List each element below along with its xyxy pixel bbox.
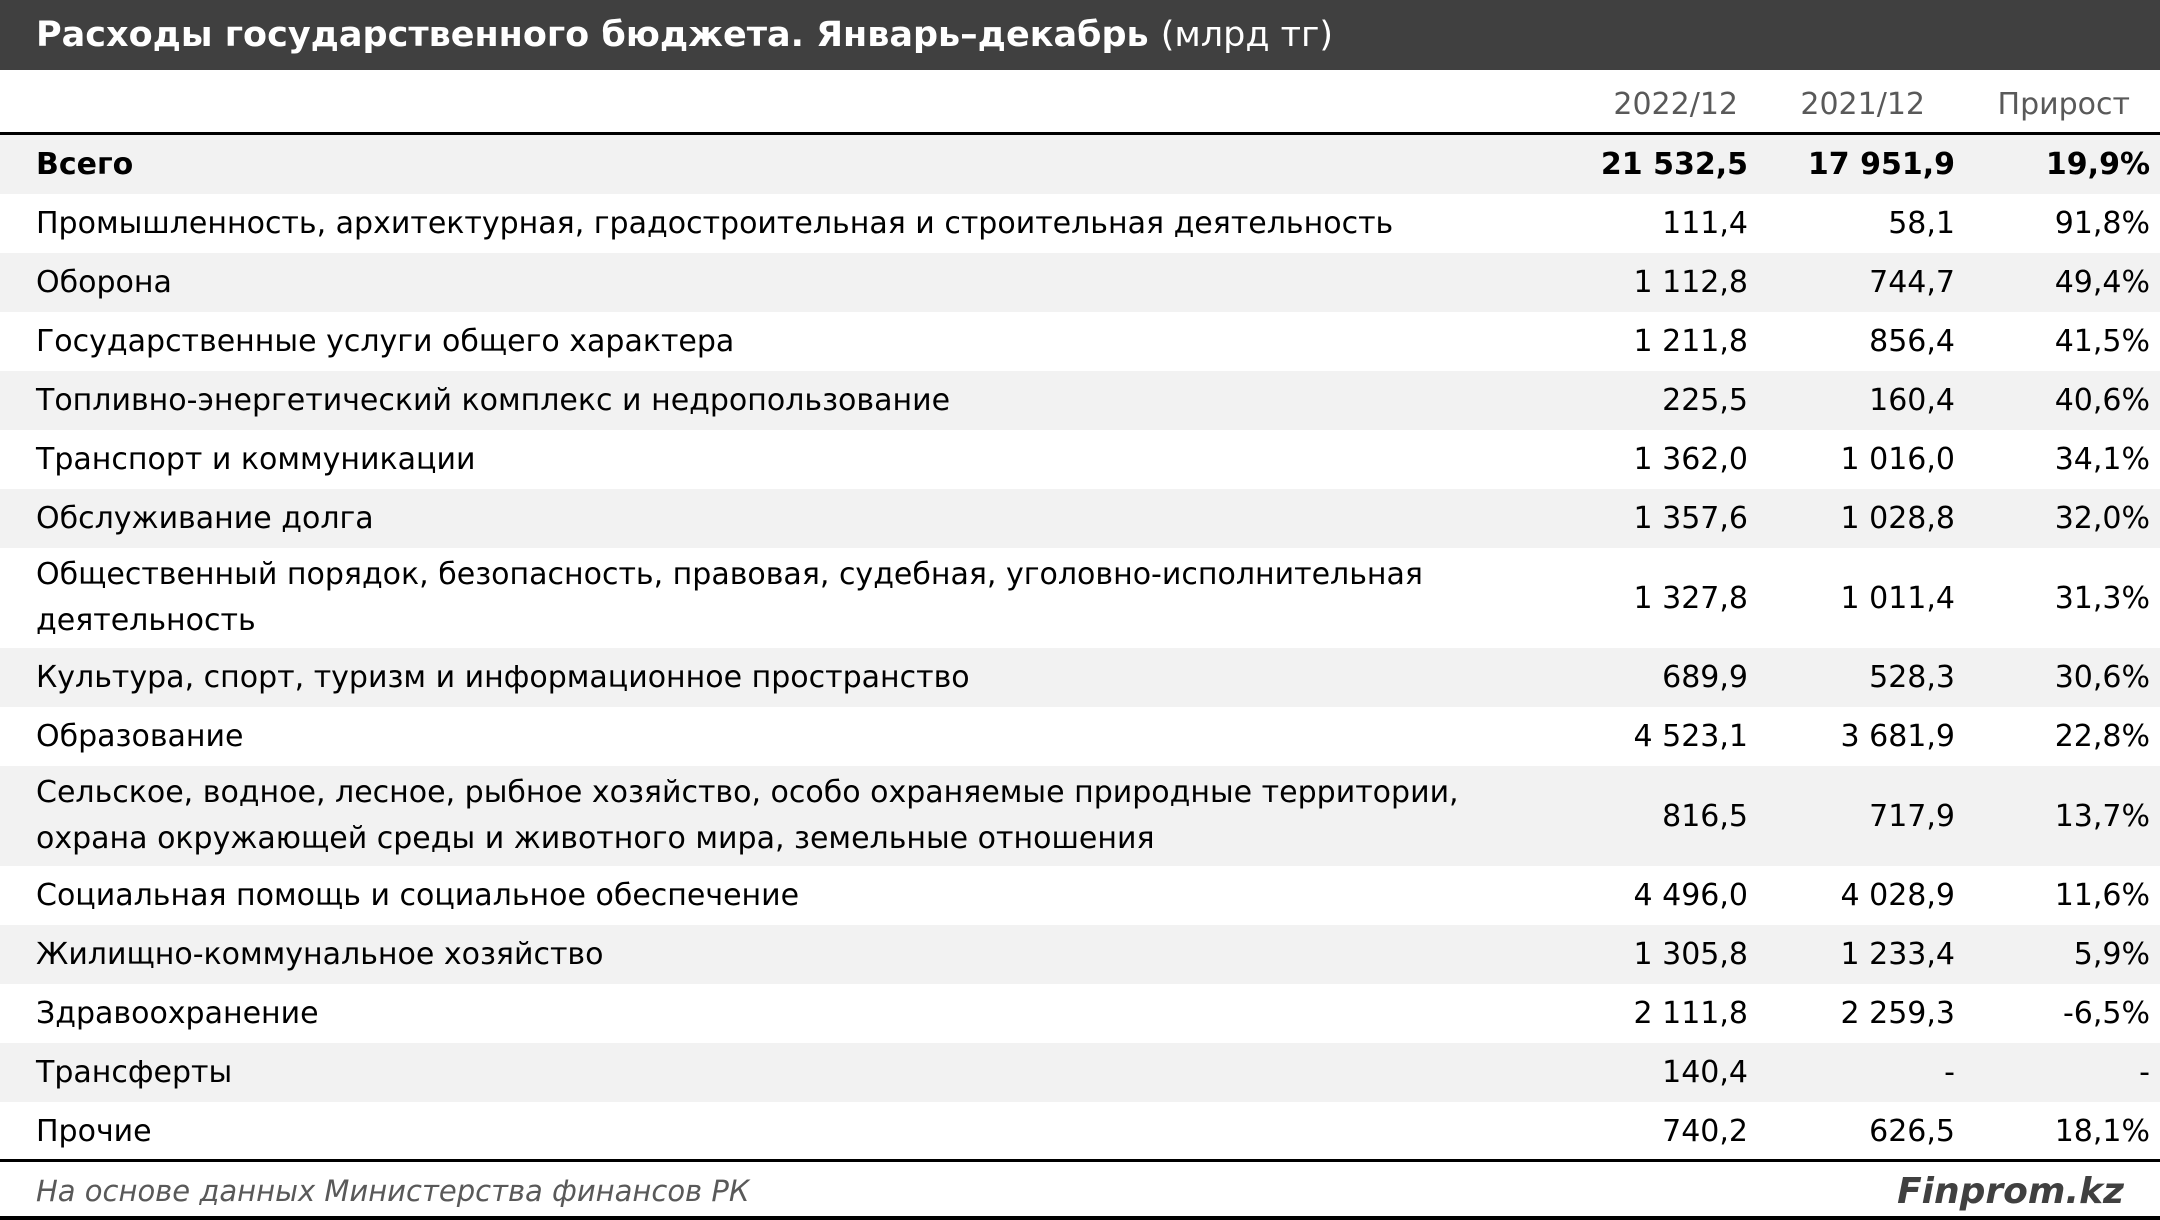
value-2022: 4 496,0 [1633, 878, 1748, 913]
value-2022: 816,5 [1662, 798, 1748, 834]
row-label: Здравоохранение [36, 995, 319, 1031]
value-2021: - [1944, 1055, 1955, 1090]
value-2022: 1 327,8 [1633, 580, 1748, 616]
row-label: Социальная помощь и социальное обеспечен… [36, 877, 800, 913]
title-bar: Расходы государственного бюджета. Январь… [0, 0, 2160, 70]
table-row: Прочие 740,2 626,5 18,1% [0, 1102, 2160, 1161]
value-2022: 1 362,0 [1633, 442, 1748, 477]
value-2022: 21 532,5 [1600, 147, 1748, 182]
table-row: Транспорт и коммуникации 1 362,0 1 016,0… [0, 430, 2160, 489]
value-2021: 17 951,9 [1807, 147, 1955, 182]
row-label: Трансферты [36, 1054, 233, 1090]
value-growth: 91,8% [2054, 206, 2150, 241]
value-growth: -6,5% [2062, 996, 2150, 1031]
value-growth: 40,6% [2054, 383, 2150, 418]
budget-table-figure: Расходы государственного бюджета. Январь… [0, 0, 2160, 1220]
table-row: Жилищно-коммунальное хозяйство 1 305,8 1… [0, 925, 2160, 984]
value-growth: 49,4% [2054, 265, 2150, 300]
bottom-border [0, 1216, 2160, 1220]
value-growth: 18,1% [2054, 1114, 2150, 1149]
value-2021: 1 011,4 [1840, 580, 1955, 616]
row-label: Образование [36, 718, 244, 754]
table-footer: На основе данных Министерства финансов Р… [0, 1159, 2160, 1220]
value-2021: 1 016,0 [1840, 442, 1955, 477]
value-2021: 1 233,4 [1840, 937, 1955, 972]
value-2021: 3 681,9 [1840, 719, 1955, 754]
row-label: Оборона [36, 264, 172, 300]
value-2022: 740,2 [1662, 1114, 1748, 1149]
value-growth: 22,8% [2054, 719, 2150, 754]
row-label: Прочие [36, 1113, 152, 1149]
table-unit: (млрд тг) [1160, 15, 1334, 55]
table-row: Топливно-энергетический комплекс и недро… [0, 371, 2160, 430]
table-row: Обслуживание долга 1 357,6 1 028,8 32,0% [0, 489, 2160, 548]
value-2022: 1 112,8 [1633, 265, 1748, 300]
value-2021: 1 028,8 [1840, 501, 1955, 536]
value-2021: 717,9 [1869, 798, 1955, 834]
row-label: Государственные услуги общего характера [36, 323, 735, 359]
value-2022: 111,4 [1662, 206, 1748, 241]
header-growth: Прирост [1997, 87, 2130, 122]
value-growth: 31,3% [2054, 580, 2150, 616]
value-growth: 11,6% [2054, 878, 2150, 913]
value-2021: 856,4 [1869, 324, 1955, 359]
value-2021: 58,1 [1888, 206, 1955, 241]
value-growth: 34,1% [2054, 442, 2150, 477]
value-growth: - [2139, 1055, 2150, 1090]
table-row: Трансферты 140,4 - - [0, 1043, 2160, 1102]
table-row-total: Всего 21 532,5 17 951,9 19,9% [0, 135, 2160, 194]
table-row: Государственные услуги общего характера … [0, 312, 2160, 371]
value-growth: 19,9% [2045, 147, 2150, 182]
value-growth: 30,6% [2054, 660, 2150, 695]
row-label: Обслуживание долга [36, 500, 374, 536]
value-2022: 1 357,6 [1633, 501, 1748, 536]
header-2021: 2021/12 [1800, 87, 1925, 122]
table-row: Образование 4 523,1 3 681,9 22,8% [0, 707, 2160, 766]
value-growth: 5,9% [2073, 937, 2150, 972]
table-title: Расходы государственного бюджета. Январь… [36, 15, 1149, 55]
value-2022: 225,5 [1662, 383, 1748, 418]
column-header-row: 2022/12 2021/12 Прирост [0, 70, 2160, 135]
value-2022: 2 111,8 [1633, 996, 1748, 1031]
row-label: Сельское, водное, лесное, рыбное хозяйст… [36, 775, 1459, 856]
row-label: Всего [36, 146, 134, 182]
row-label: Жилищно-коммунальное хозяйство [36, 936, 604, 972]
table-body: Всего 21 532,5 17 951,9 19,9% Промышленн… [0, 135, 2160, 1161]
value-2021: 626,5 [1869, 1114, 1955, 1149]
row-label: Транспорт и коммуникации [36, 441, 476, 477]
table-row: Здравоохранение 2 111,8 2 259,3 -6,5% [0, 984, 2160, 1043]
source-note: На основе данных Министерства финансов Р… [36, 1174, 750, 1208]
row-label: Промышленность, архитектурная, градостро… [36, 205, 1394, 241]
value-2021: 2 259,3 [1840, 996, 1955, 1031]
value-2021: 160,4 [1869, 383, 1955, 418]
value-growth: 32,0% [2054, 501, 2150, 536]
table-row: Общественный порядок, безопасность, прав… [0, 548, 2160, 648]
value-2022: 1 211,8 [1633, 324, 1748, 359]
value-2021: 744,7 [1869, 265, 1955, 300]
value-growth: 41,5% [2054, 324, 2150, 359]
table-row: Промышленность, архитектурная, градостро… [0, 194, 2160, 253]
value-2022: 140,4 [1662, 1055, 1748, 1090]
table-row: Социальная помощь и социальное обеспечен… [0, 866, 2160, 925]
value-2022: 1 305,8 [1633, 937, 1748, 972]
value-2022: 689,9 [1662, 660, 1748, 695]
brand-logo-text: Finprom.kz [1897, 1170, 2124, 1212]
table-row: Культура, спорт, туризм и информационное… [0, 648, 2160, 707]
table-row: Сельское, водное, лесное, рыбное хозяйст… [0, 766, 2160, 866]
row-label: Топливно-энергетический комплекс и недро… [36, 382, 951, 418]
table-row: Оборона 1 112,8 744,7 49,4% [0, 253, 2160, 312]
header-2022: 2022/12 [1613, 87, 1738, 122]
row-label: Культура, спорт, туризм и информационное… [36, 659, 970, 695]
row-label: Общественный порядок, безопасность, прав… [36, 557, 1423, 638]
value-2021: 4 028,9 [1840, 878, 1955, 913]
value-2021: 528,3 [1869, 660, 1955, 695]
value-growth: 13,7% [2054, 798, 2150, 834]
value-2022: 4 523,1 [1633, 719, 1748, 754]
